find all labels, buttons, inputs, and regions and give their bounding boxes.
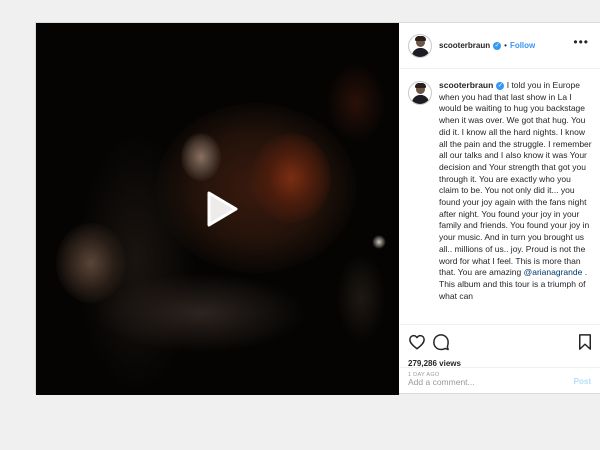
post-caption: scooterbraun ✓ I told you in Europe when … (439, 80, 593, 324)
add-comment-bar: Add a comment... Post (400, 367, 600, 395)
caption-username[interactable]: scooterbraun (439, 80, 493, 90)
post-sidebar: scooterbraun ✓ • Follow ••• scooterbraun… (400, 23, 600, 395)
follow-button[interactable]: Follow (510, 41, 535, 50)
play-icon[interactable] (200, 189, 240, 229)
bookmark-icon[interactable] (576, 333, 594, 351)
caption-avatar[interactable] (408, 81, 432, 105)
verified-badge-icon: ✓ (493, 41, 502, 50)
separator-dot: • (504, 41, 507, 50)
more-options-icon[interactable]: ••• (573, 35, 589, 49)
caption-text: I told you in Europe when you had that l… (439, 80, 592, 278)
post-comment-button[interactable]: Post (574, 377, 591, 386)
post-video[interactable] (36, 23, 399, 395)
instagram-post: scooterbraun ✓ • Follow ••• scooterbraun… (35, 22, 600, 395)
comment-input[interactable]: Add a comment... (408, 377, 475, 387)
username-link[interactable]: scooterbraun (439, 41, 490, 50)
avatar[interactable] (408, 33, 432, 58)
heart-icon[interactable] (408, 333, 426, 351)
comments-section[interactable]: scooterbraun ✓ I told you in Europe when … (400, 70, 600, 324)
mention-link[interactable]: @arianagrande (524, 267, 583, 277)
comment-icon[interactable] (432, 333, 450, 351)
post-header: scooterbraun ✓ • Follow ••• (400, 23, 600, 69)
